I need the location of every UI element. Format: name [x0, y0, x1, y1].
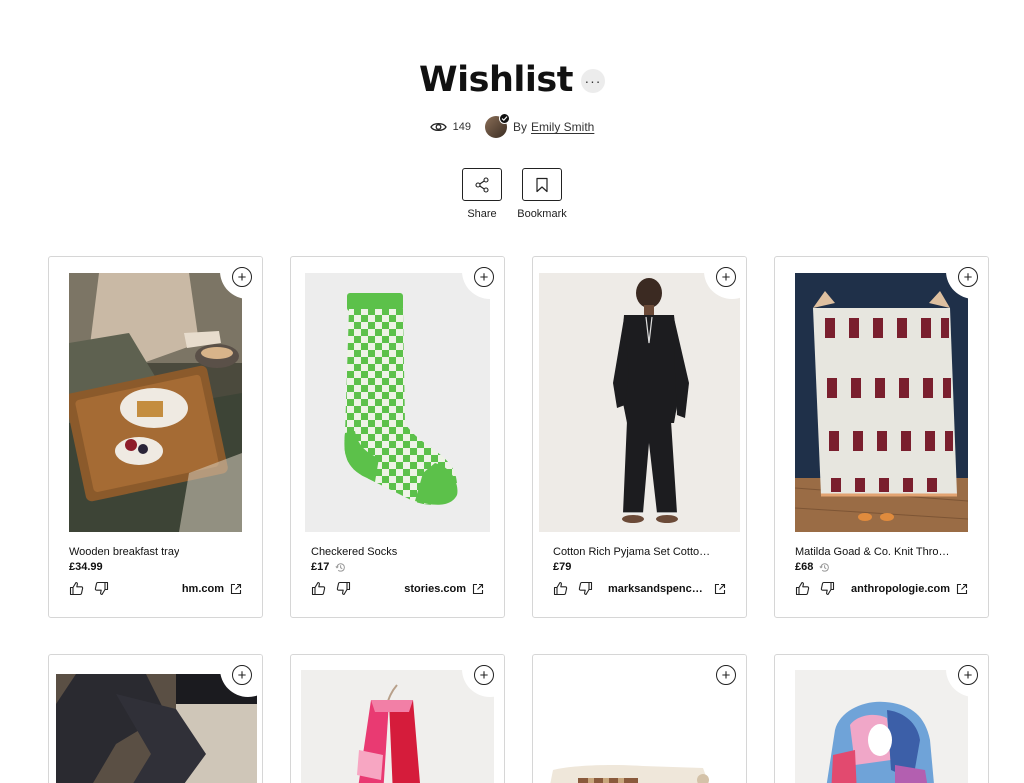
store-name[interactable]: anthropologie.com: [851, 583, 950, 595]
share-label: Share: [467, 208, 497, 220]
more-icon: ···: [584, 73, 602, 89]
product-card[interactable]: +: [532, 654, 747, 783]
avatar[interactable]: [485, 113, 510, 138]
store-name[interactable]: marksandspencer.c…: [608, 583, 708, 595]
product-card[interactable]: + Cotton Rich Pyjama Set Cotton Rich… £7…: [532, 256, 747, 618]
author-link[interactable]: Emily Smith: [531, 120, 594, 134]
bookmark-label: Bookmark: [517, 208, 567, 220]
view-count: 149: [429, 121, 471, 133]
card-footer: anthropologie.com: [795, 581, 968, 596]
thumbs-up-icon[interactable]: [795, 581, 810, 596]
product-name[interactable]: Matilda Goad & Co. Knit Throw Blan…: [795, 546, 955, 558]
share-action: Share: [459, 168, 505, 220]
product-image[interactable]: [69, 273, 242, 532]
bookmark-button[interactable]: [522, 168, 562, 201]
thumbs-down-icon[interactable]: [578, 581, 593, 596]
history-icon[interactable]: [335, 562, 346, 573]
share-button[interactable]: [462, 168, 502, 201]
store-name[interactable]: stories.com: [404, 583, 466, 595]
product-image[interactable]: [301, 670, 494, 783]
page-title: Wishlist: [419, 60, 573, 100]
external-link-icon[interactable]: [956, 583, 968, 595]
store-name[interactable]: hm.com: [182, 583, 224, 595]
external-link-icon[interactable]: [230, 583, 242, 595]
more-options-button[interactable]: ···: [580, 69, 605, 93]
thumbs-down-icon[interactable]: [820, 581, 835, 596]
product-image[interactable]: [539, 273, 740, 532]
price-row: £34.99: [69, 561, 103, 573]
price-row: £17: [311, 561, 346, 573]
history-icon[interactable]: [819, 562, 830, 573]
store-link[interactable]: anthropologie.com: [851, 583, 968, 595]
thumbs-up-icon[interactable]: [311, 581, 326, 596]
external-link-icon[interactable]: [714, 583, 726, 595]
share-icon: [475, 176, 489, 193]
product-name[interactable]: Cotton Rich Pyjama Set Cotton Rich…: [553, 546, 713, 558]
plus-circle-icon: +: [232, 267, 252, 287]
thumbs-down-icon[interactable]: [94, 581, 109, 596]
plus-circle-icon: +: [958, 665, 978, 685]
product-card[interactable]: +: [290, 654, 505, 783]
product-name[interactable]: Checkered Socks: [311, 546, 397, 558]
plus-circle-icon: +: [716, 267, 736, 287]
product-price: £79: [553, 561, 572, 573]
list-meta: 149 By Emily Smith: [0, 113, 1024, 138]
product-name[interactable]: Wooden breakfast tray: [69, 546, 179, 558]
plus-circle-icon: +: [716, 665, 736, 685]
product-card[interactable]: + Checkered Socks £17 stories.com: [290, 256, 505, 618]
product-card[interactable]: + Wooden breakfast tray £34.99 hm.com: [48, 256, 263, 618]
product-image[interactable]: [305, 273, 490, 532]
product-price: £68: [795, 561, 814, 573]
plus-circle-icon: +: [958, 267, 978, 287]
card-footer: marksandspencer.c…: [553, 581, 726, 596]
thumbs-up-icon[interactable]: [69, 581, 84, 596]
store-link[interactable]: hm.com: [182, 583, 242, 595]
product-card[interactable]: +: [48, 654, 263, 783]
wishlist-grid: + Wooden breakfast tray £34.99 hm.com + …: [48, 256, 989, 783]
card-footer: stories.com: [311, 581, 484, 596]
verified-check-icon: [499, 113, 510, 124]
store-link[interactable]: stories.com: [404, 583, 484, 595]
price-row: £79: [553, 561, 571, 573]
product-card[interactable]: +: [774, 654, 989, 783]
plus-circle-icon: +: [474, 665, 494, 685]
plus-circle-icon: +: [232, 665, 252, 685]
thumbs-down-icon[interactable]: [336, 581, 351, 596]
product-image[interactable]: [795, 670, 968, 783]
product-price: £17: [311, 561, 330, 573]
price-row: £68: [795, 561, 830, 573]
external-link-icon[interactable]: [472, 583, 484, 595]
bookmark-action: Bookmark: [517, 168, 567, 220]
bookmark-icon: [536, 177, 548, 192]
product-card[interactable]: + Matilda Goad & Co. Knit Throw Blan… £6…: [774, 256, 989, 618]
card-footer: hm.com: [69, 581, 242, 596]
plus-circle-icon: +: [474, 267, 494, 287]
product-image[interactable]: [795, 273, 968, 532]
list-actions: Share Bookmark: [0, 168, 1024, 220]
product-price: £34.99: [69, 561, 103, 573]
header: Wishlist ···: [0, 60, 1024, 100]
store-link[interactable]: marksandspencer.c…: [608, 583, 726, 595]
product-image[interactable]: [56, 674, 257, 783]
view-count-value: 149: [452, 121, 471, 133]
thumbs-up-icon[interactable]: [553, 581, 568, 596]
by-label: By: [513, 120, 528, 134]
eye-icon: [429, 122, 447, 132]
